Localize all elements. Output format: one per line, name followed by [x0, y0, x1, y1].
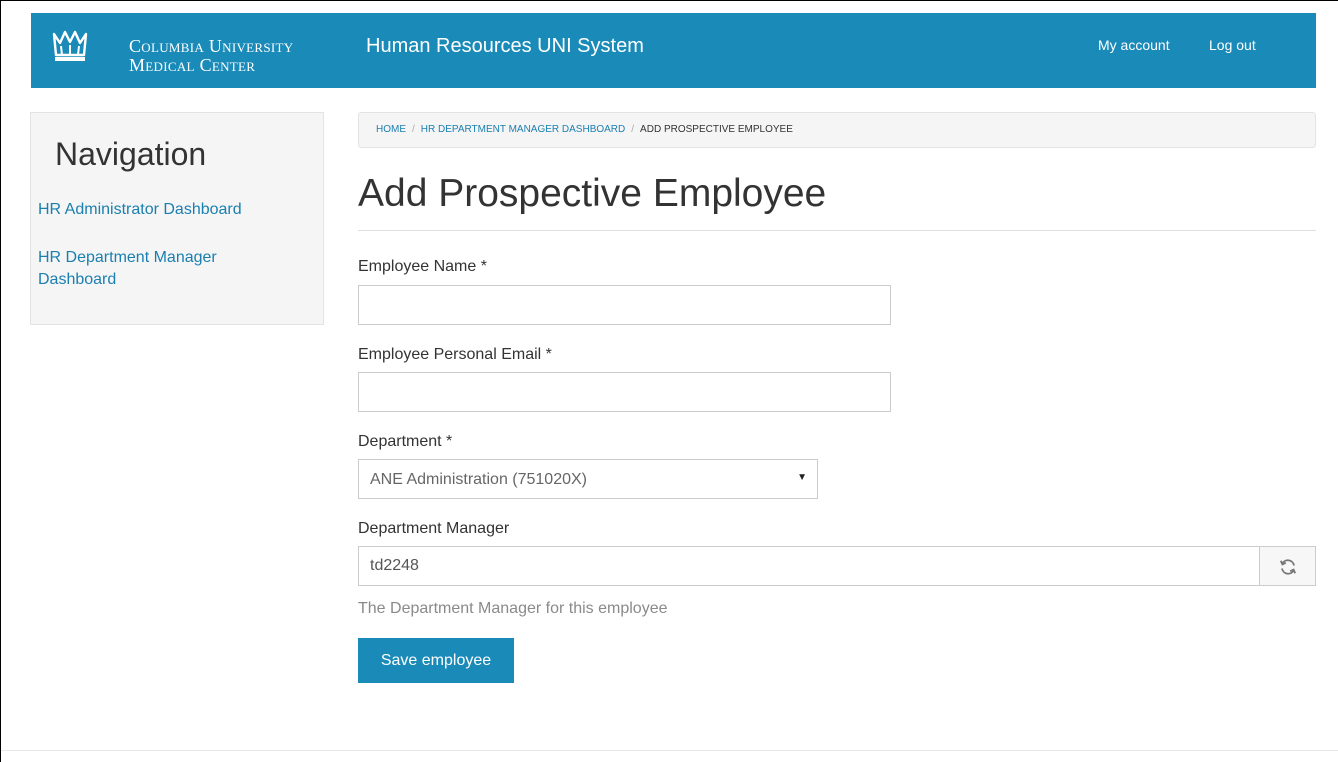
dropdown-caret-icon: ▼: [797, 472, 807, 483]
brand-line-2: Medical Center: [129, 55, 256, 75]
department-manager-help-text: The Department Manager for this employee: [358, 600, 668, 617]
department-manager-label: Department Manager: [358, 520, 510, 537]
app-title[interactable]: Human Resources UNI System: [366, 35, 644, 58]
log-out-link[interactable]: Log out: [1209, 37, 1256, 53]
department-selected-value: ANE Administration (751020X): [370, 471, 587, 488]
my-account-link[interactable]: My account: [1098, 37, 1170, 53]
breadcrumb-current: ADD PROSPECTIVE EMPLOYEE: [640, 124, 793, 135]
breadcrumb-hr-department-manager-dashboard[interactable]: HR DEPARTMENT MANAGER DASHBOARD: [421, 124, 625, 135]
breadcrumb-separator: /: [631, 124, 635, 135]
employee-name-label: Employee Name *: [358, 258, 487, 275]
employee-name-input[interactable]: [358, 285, 891, 325]
department-label: Department *: [358, 433, 453, 450]
refresh-button[interactable]: [1259, 546, 1316, 586]
page-title: Add Prospective Employee: [358, 172, 827, 215]
personal-email-label: Employee Personal Email *: [358, 346, 552, 363]
breadcrumb-home[interactable]: HOME: [376, 124, 406, 135]
site-header: Columbia University Medical Center Human…: [31, 13, 1316, 88]
brand-line-1: Columbia University: [129, 36, 294, 56]
department-manager-input[interactable]: [358, 546, 1260, 586]
breadcrumb-separator: /: [412, 124, 415, 135]
title-divider: [358, 230, 1316, 231]
footer-divider: [1, 750, 1338, 751]
refresh-icon: [1279, 559, 1297, 575]
department-select[interactable]: ANE Administration (751020X) ▼: [358, 459, 818, 499]
sidebar-heading: Navigation: [55, 136, 207, 172]
sidebar-item-hr-administrator-dashboard[interactable]: HR Administrator Dashboard: [38, 199, 242, 221]
sidebar-item-hr-department-manager-dashboard[interactable]: HR Department Manager Dashboard: [38, 247, 258, 291]
crown-icon[interactable]: [51, 28, 89, 68]
save-employee-button[interactable]: Save employee: [358, 638, 514, 683]
breadcrumb: HOME / HR DEPARTMENT MANAGER DASHBOARD / ADD…: [358, 112, 1316, 148]
personal-email-input[interactable]: [358, 372, 891, 412]
brand-name[interactable]: Columbia University Medical Center: [129, 37, 293, 75]
